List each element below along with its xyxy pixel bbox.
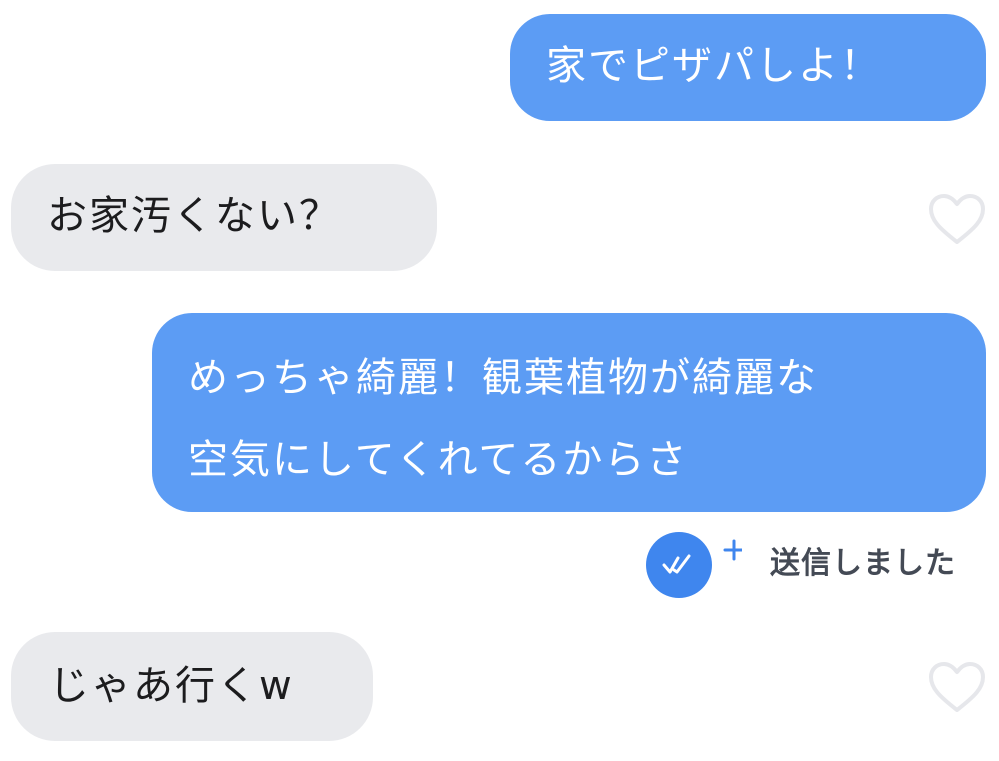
message-text-line: 空気にしてくれてるからさ <box>188 437 689 483</box>
sent-message-bubble[interactable]: 家でピザパしよ！ <box>510 14 986 121</box>
plus-icon <box>723 539 742 561</box>
chat-thread: 家でピザパしよ！ お家汚くない？ めっちゃ綺麗！観葉植物が綺麗な 空気にしてくれ… <box>0 0 999 761</box>
status-text: 送信しました <box>770 546 956 581</box>
message-text-line: めっちゃ綺麗！観葉植物が綺麗な <box>188 355 818 401</box>
delivery-status: 送信しました <box>642 532 992 598</box>
heart-outline-icon[interactable] <box>927 192 987 248</box>
double-check-icon[interactable] <box>642 532 742 598</box>
sent-message-bubble[interactable]: めっちゃ綺麗！観葉植物が綺麗な 空気にしてくれてるからさ <box>152 313 986 512</box>
received-message-bubble[interactable]: お家汚くない？ <box>11 164 437 271</box>
message-text: お家汚くない？ <box>47 193 341 239</box>
received-message-bubble[interactable]: じゃあ行くw <box>11 632 373 741</box>
heart-outline-icon[interactable] <box>927 660 987 716</box>
message-text: じゃあ行くw <box>49 663 294 709</box>
message-text: 家でピザパしよ！ <box>546 43 882 89</box>
